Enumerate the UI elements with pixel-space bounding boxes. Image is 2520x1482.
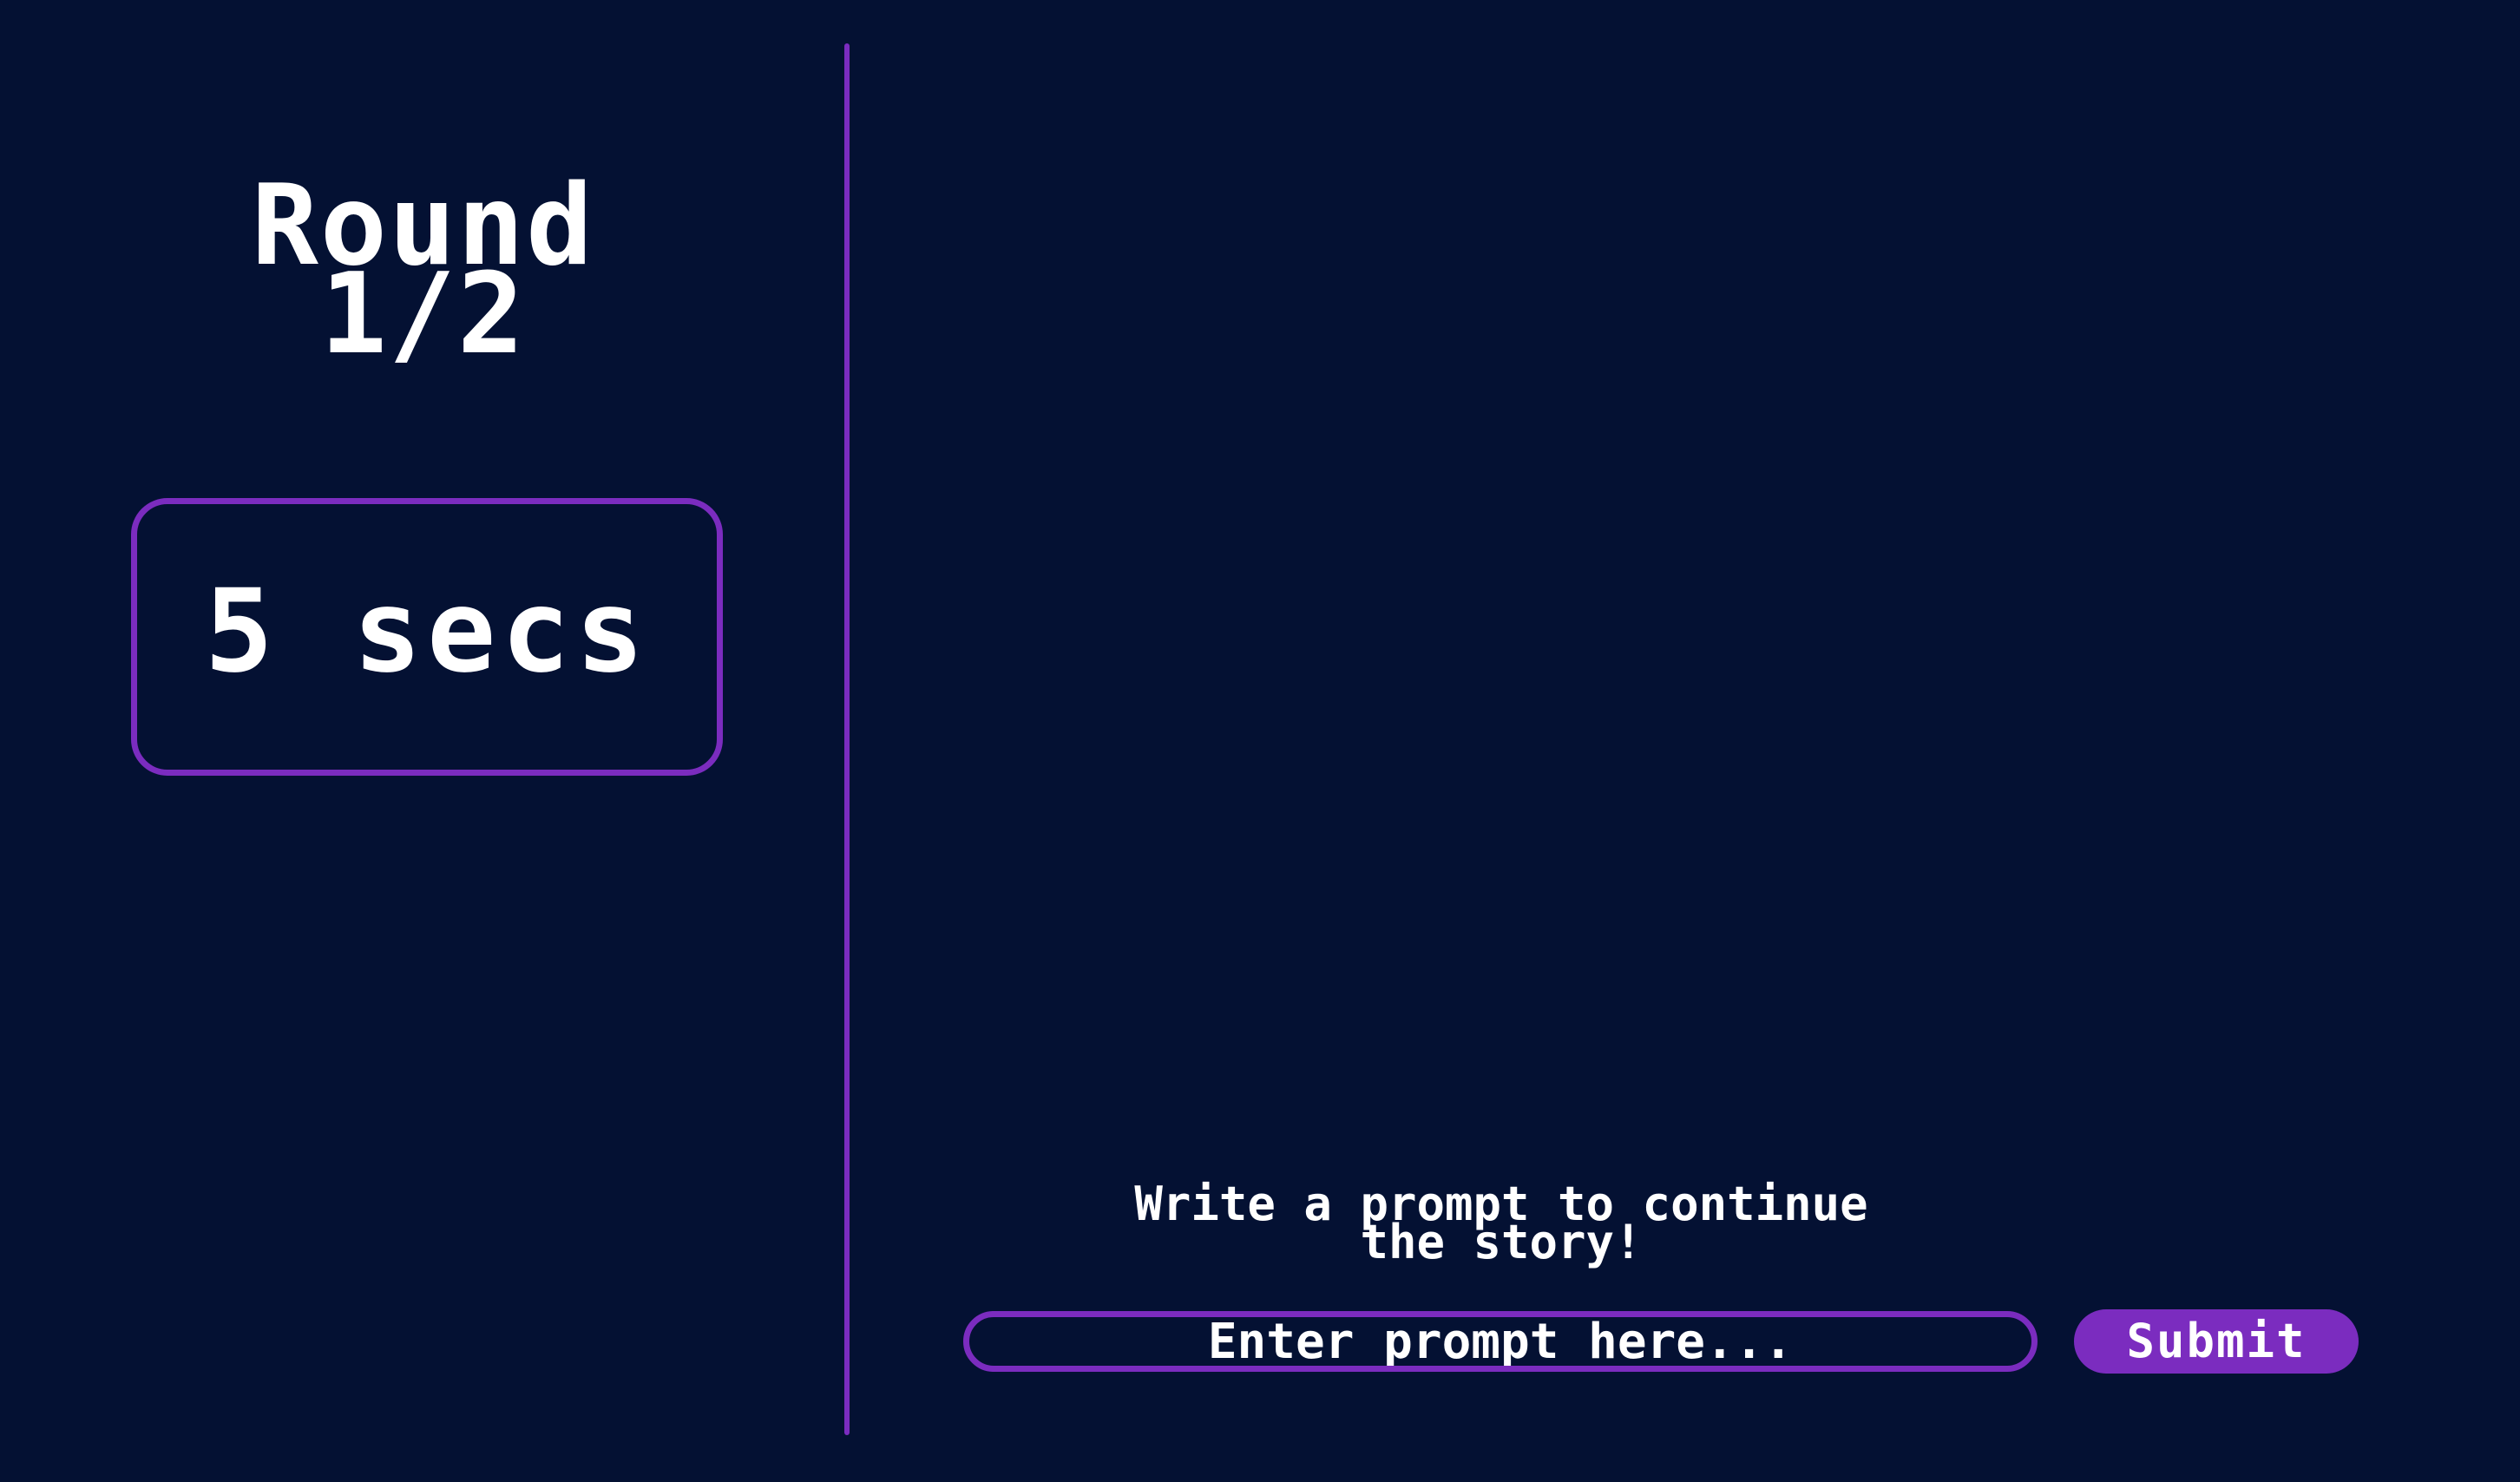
round-title: Round 1/2 xyxy=(0,171,846,379)
prompt-input[interactable] xyxy=(963,1311,2038,1372)
game-screen: Round 1/2 5 secs Write a prompt to conti… xyxy=(0,0,2520,1482)
instruction-line-2: the story! xyxy=(1360,1215,1643,1269)
timer-text: 5 secs xyxy=(204,565,650,698)
round-panel: Round 1/2 5 secs xyxy=(0,0,846,1482)
timer-box: 5 secs xyxy=(131,498,723,776)
submit-button[interactable]: Submit xyxy=(2074,1309,2359,1374)
instruction-text: Write a prompt to continue the story! xyxy=(963,1181,2039,1269)
round-counter: 1/2 xyxy=(319,250,527,379)
